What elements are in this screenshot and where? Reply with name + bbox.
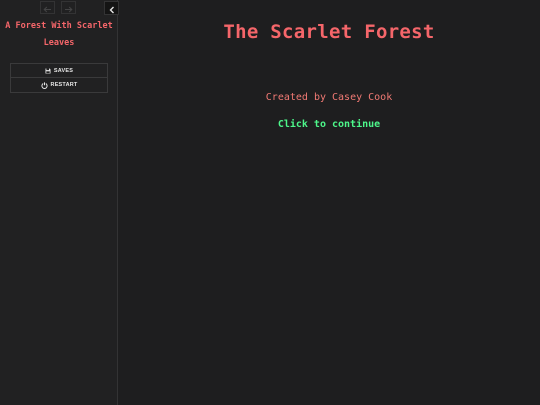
- restart-button[interactable]: RESTART: [10, 78, 108, 93]
- passage: The Scarlet Forest Created by Casey Cook…: [119, 0, 540, 405]
- chevron-left-icon: [109, 0, 115, 18]
- continue-link[interactable]: Click to continue: [119, 118, 539, 132]
- author-byline: Created by Casey Cook: [265, 92, 393, 103]
- saves-label: SAVES: [53, 67, 74, 74]
- restart-label: RESTART: [50, 82, 78, 88]
- history-nav: [40, 1, 76, 14]
- floppy-disk-icon: [45, 68, 51, 74]
- history-forward-button[interactable]: [61, 1, 76, 14]
- saves-button[interactable]: SAVES: [10, 63, 108, 78]
- arrow-right-icon: [64, 0, 73, 17]
- sidebar-collapse-button[interactable]: [104, 1, 119, 15]
- sidebar: A Forest With Scarlet Leaves SAVES RESTA…: [0, 0, 119, 405]
- story-title: A Forest With Scarlet Leaves: [5, 21, 113, 48]
- history-back-button[interactable]: [40, 1, 55, 14]
- sidebar-menu: SAVES RESTART: [10, 63, 108, 93]
- passage-title: The Scarlet Forest: [223, 21, 435, 43]
- story-app: A Forest With Scarlet Leaves SAVES RESTA…: [0, 0, 540, 405]
- power-icon: [40, 81, 48, 89]
- arrow-left-icon: [43, 0, 52, 17]
